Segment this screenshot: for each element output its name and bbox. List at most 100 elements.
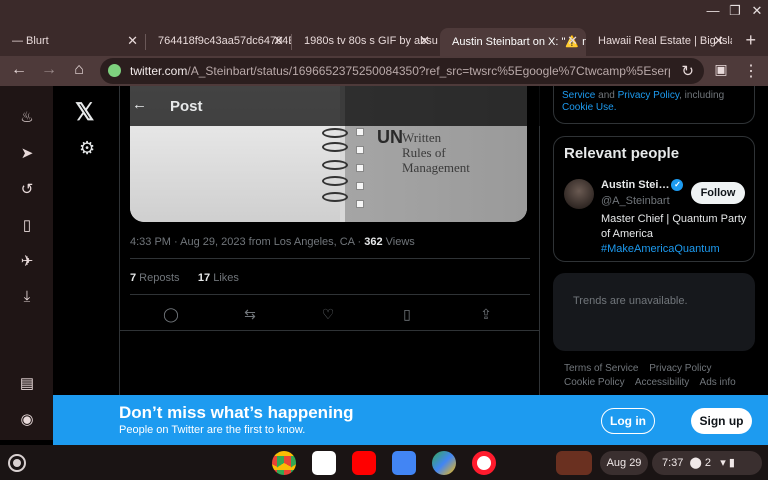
signup-button[interactable]: Sign up [691, 408, 752, 434]
date-tray[interactable]: Aug 29 [600, 451, 648, 475]
login-button[interactable]: Log in [601, 408, 655, 434]
terms-link[interactable]: Service [562, 90, 595, 101]
share-icon[interactable]: ⇪ [476, 306, 496, 323]
restore-icon[interactable]: ❐ [726, 3, 744, 19]
battery-icon: ▮ [728, 457, 735, 469]
twitter-page: 𝕏 ⚙ ← Post UN Written Rules of Managemen… [53, 86, 768, 440]
banner-subtitle: People on Twitter are the first to know. [119, 424, 306, 436]
notification-icon: ⬤ [689, 457, 702, 469]
thumbnail-icon[interactable] [556, 451, 592, 475]
address-bar[interactable]: twitter.com/A_Steinbart/status/169665237… [100, 58, 704, 84]
airplane-icon[interactable]: ✈ [17, 252, 37, 272]
download-icon[interactable]: ⤓ [17, 288, 37, 308]
tab-hawaii-real-estate[interactable]: Hawaii Real Estate | Big Isla ✕ [586, 28, 732, 56]
footer-cookie[interactable]: Cookie Policy [564, 377, 625, 388]
avatar[interactable] [564, 179, 594, 209]
profile-name[interactable]: Austin Stei… ✓ [601, 179, 684, 192]
tab-blurt[interactable]: — Blurt ✕ [0, 28, 146, 56]
likes-link[interactable]: 17 Likes [198, 272, 239, 284]
cookie-link[interactable]: Cookie Use. [562, 102, 616, 113]
trends-card: Trends are unavailable. [553, 273, 755, 351]
chrome-icon[interactable] [272, 451, 296, 475]
hashtag-link[interactable]: #MakeAmericaQuantum [601, 243, 720, 255]
browser-toolbar: ← → ⌂ twitter.com/A_Steinbart/status/169… [0, 56, 768, 86]
reposts-link[interactable]: 7 Reposts [130, 272, 180, 284]
gear-icon[interactable]: ⚙ [79, 138, 95, 159]
more-menu-icon[interactable]: ⋮ [740, 61, 762, 81]
page-title: Post [170, 98, 203, 115]
files-icon[interactable] [392, 451, 416, 475]
post-header: ← Post [120, 86, 540, 126]
right-sidebar: Service and Privacy Policy, including Co… [550, 86, 768, 440]
close-tab-icon[interactable]: ✕ [567, 33, 578, 49]
footer-accessibility[interactable]: Accessibility [635, 377, 689, 388]
card-title: Relevant people [564, 145, 680, 162]
close-tab-icon[interactable]: ✕ [713, 33, 724, 49]
back-arrow-icon[interactable]: ← [132, 96, 147, 113]
trends-message: Trends are unavailable. [573, 295, 688, 307]
privacy-link[interactable]: Privacy Policy [618, 90, 680, 101]
footer-links: Terms of Service Privacy Policy Cookie P… [564, 362, 754, 390]
opera-icon[interactable] [472, 451, 496, 475]
tab-label: 764418f9c43aa57dc64704E [158, 35, 292, 47]
profile-bio: Master Chief | Quantum Party of America … [601, 213, 747, 255]
repost-icon[interactable]: ⇆ [240, 306, 260, 323]
fire-icon[interactable]: ♨ [17, 108, 37, 128]
footer-ads[interactable]: Ads info [700, 377, 736, 388]
footer-privacy[interactable]: Privacy Policy [649, 363, 711, 374]
profile-handle[interactable]: @A_Steinbart [601, 195, 670, 207]
post-metadata: 4:33 PM · Aug 29, 2023 from Los Angeles,… [130, 236, 415, 248]
youtube-icon[interactable] [352, 451, 376, 475]
back-icon[interactable]: ← [8, 61, 30, 79]
tab-label: 1980s tv 80s s GIF by absur [304, 35, 438, 47]
tab-image-hash[interactable]: 764418f9c43aa57dc64704E ✕ [146, 28, 292, 56]
close-tab-icon[interactable]: ✕ [127, 33, 138, 49]
bookmark-icon[interactable]: ▯ [17, 216, 37, 236]
history-icon[interactable]: ↺ [17, 180, 37, 200]
bookmark-icon[interactable]: ▯ [397, 306, 417, 323]
new-tab-icon[interactable]: + [745, 30, 756, 51]
banner-title: Don’t miss what’s happening [119, 403, 354, 422]
tab-gif[interactable]: 1980s tv 80s s GIF by absur ✕ [292, 28, 438, 56]
gmail-icon[interactable] [312, 451, 336, 475]
tab-austin-steinbart[interactable]: Austin Steinbart on X: "⚠️ n ✕ [440, 28, 586, 56]
chat-icon[interactable]: ▤ [17, 374, 37, 394]
tab-label: — Blurt [12, 35, 49, 47]
minimize-icon[interactable]: — [704, 3, 722, 18]
secure-icon[interactable] [108, 64, 121, 77]
like-icon[interactable]: ♡ [318, 306, 338, 323]
account-icon[interactable]: ◉ [17, 410, 37, 430]
post-stats: 7 Reposts 17 Likes [130, 272, 239, 284]
verified-badge-icon: ✓ [671, 179, 684, 192]
close-tab-icon[interactable]: ✕ [419, 33, 430, 49]
close-icon[interactable]: ✕ [748, 3, 766, 19]
close-tab-icon[interactable]: ✕ [273, 33, 284, 49]
terms-card: Service and Privacy Policy, including Co… [553, 86, 755, 124]
image-caption: Written Rules of Management [402, 130, 470, 175]
tab-strip: — Blurt ✕ 764418f9c43aa57dc64704E ✕ 1980… [0, 24, 768, 56]
relevant-people-card: Relevant people Austin Stei… ✓ @A_Steinba… [553, 136, 755, 262]
status-tray[interactable]: 7:37 ⬤ 2 ▾ ▮ [652, 451, 762, 475]
tab-label: Hawaii Real Estate | Big Isla [598, 35, 732, 47]
send-icon[interactable]: ➤ [17, 144, 37, 164]
post-column: ← Post UN Written Rules of Management 4:… [120, 86, 540, 440]
notification-count: 2 [704, 457, 712, 469]
login-banner: Don’t miss what’s happening People on Tw… [53, 395, 768, 445]
play-store-icon[interactable] [432, 451, 456, 475]
launcher-icon[interactable] [8, 454, 26, 472]
reader-mode-icon[interactable]: ▣ [710, 61, 732, 78]
image-logo-mark: UN [377, 127, 403, 147]
reload-icon[interactable]: ↻ [681, 62, 694, 80]
follow-button[interactable]: Follow [691, 182, 745, 204]
url-text[interactable]: twitter.com/A_Steinbart/status/169665237… [130, 64, 670, 78]
clock: 7:37 [662, 457, 684, 469]
window-titlebar: — ❐ ✕ [0, 0, 768, 24]
reply-icon[interactable]: ◯ [161, 306, 181, 323]
tab-label: Austin Steinbart on X: "⚠️ n [452, 36, 586, 48]
home-icon[interactable]: ⌂ [68, 61, 90, 79]
twitter-nav: 𝕏 ⚙ [53, 86, 120, 440]
footer-terms[interactable]: Terms of Service [564, 363, 638, 374]
x-logo-icon[interactable]: 𝕏 [75, 98, 94, 127]
forward-icon[interactable]: → [38, 61, 60, 79]
system-shelf: Aug 29 7:37 ⬤ 2 ▾ ▮ [0, 445, 768, 480]
